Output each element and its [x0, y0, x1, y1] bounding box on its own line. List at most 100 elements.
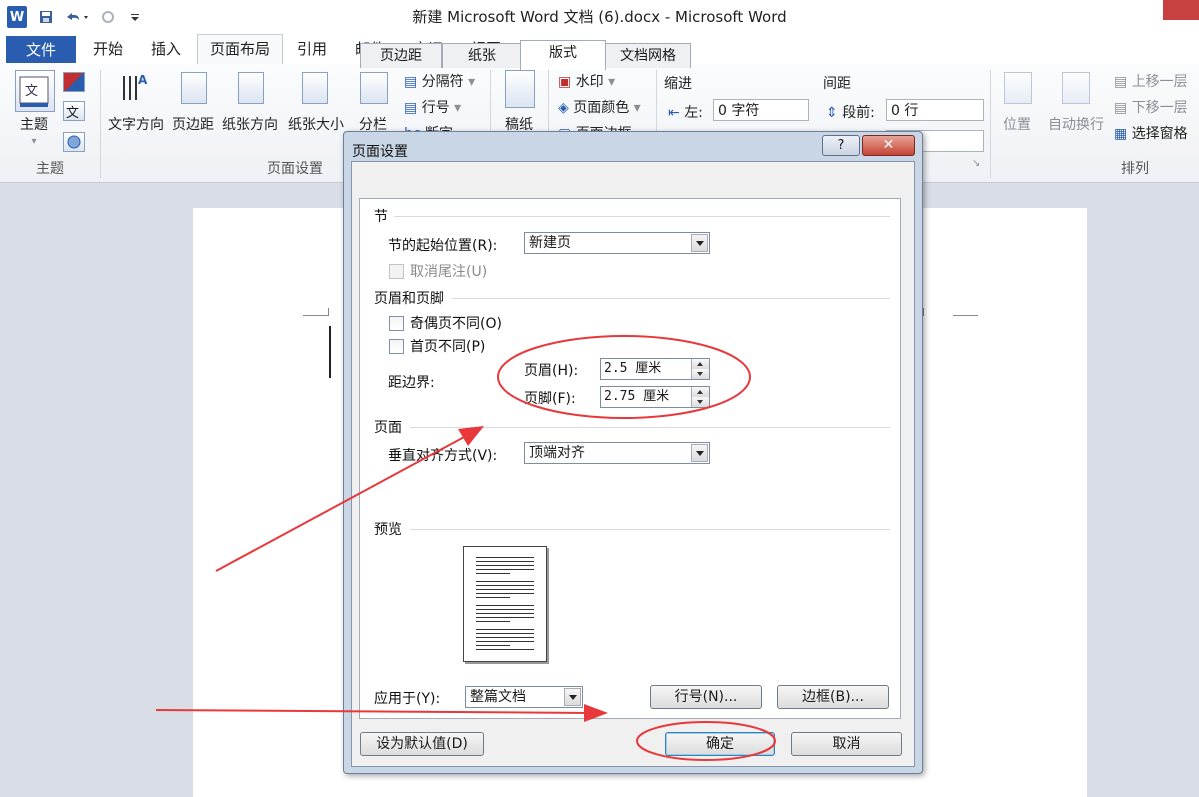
- window-title: 新建 Microsoft Word 文档 (6).docx - Microsof…: [412, 8, 787, 26]
- watermark-button[interactable]: ▣ 水印 ▾: [558, 71, 615, 91]
- tab-document-grid[interactable]: 文档网格: [605, 43, 691, 68]
- tab-file[interactable]: 文件: [6, 36, 76, 63]
- page-preview: [463, 546, 547, 662]
- help-button[interactable]: ?: [822, 135, 860, 156]
- spacing-before-text: 段前:: [842, 105, 875, 121]
- borders-button[interactable]: 边框(B)...: [777, 685, 889, 709]
- footer-distance-value: 2.75 厘米: [604, 389, 670, 404]
- divider: [410, 529, 890, 530]
- svg-text:A: A: [138, 73, 148, 87]
- themes-icon[interactable]: 文: [15, 70, 55, 112]
- indent-left-label: ⇤ 左:: [668, 102, 703, 122]
- preview-text-line: [476, 629, 534, 630]
- page-size-button[interactable]: 纸张大小: [284, 114, 348, 134]
- chevron-down-icon[interactable]: [691, 234, 708, 252]
- preview-text-line: [476, 621, 510, 622]
- preview-text-line: [476, 645, 510, 646]
- text-direction-icon[interactable]: A: [120, 70, 150, 104]
- chevron-down-icon[interactable]: [691, 444, 708, 462]
- cancel-button[interactable]: 取消: [791, 732, 902, 756]
- breaks-button[interactable]: ▤ 分隔符 ▾: [404, 71, 475, 91]
- footer-distance-spinner[interactable]: 2.75 厘米: [600, 386, 710, 408]
- suppress-endnotes-checkbox[interactable]: [389, 264, 404, 279]
- section-heading: 节: [374, 209, 388, 225]
- preview-text-line: [476, 613, 534, 614]
- spin-down-icon[interactable]: [691, 397, 709, 407]
- preview-text-line: [476, 569, 534, 570]
- odd-even-checkbox[interactable]: [389, 316, 404, 331]
- vertical-alignment-select[interactable]: 顶端对齐: [524, 442, 710, 464]
- indent-left-input[interactable]: 0 字符: [713, 99, 809, 121]
- dialog-close-button[interactable]: ✕: [862, 135, 915, 156]
- chevron-down-icon[interactable]: [564, 688, 581, 706]
- vertical-alignment-value: 顶端对齐: [529, 445, 585, 461]
- theme-fonts-icon[interactable]: 文: [63, 101, 85, 121]
- selection-pane-button[interactable]: ▦ 选择窗格: [1114, 123, 1188, 143]
- margins-icon[interactable]: [181, 72, 207, 104]
- title-bar: W 新建 Microsoft Word 文档 (6).docx - Micros…: [0, 0, 1199, 34]
- tab-home[interactable]: 开始: [80, 35, 136, 63]
- first-page-label: 首页不同(P): [410, 339, 486, 355]
- paragraph-dialog-launcher-icon[interactable]: ↘: [972, 158, 980, 169]
- tab-paper[interactable]: 纸张: [442, 43, 522, 68]
- theme-effects-icon[interactable]: [63, 132, 85, 152]
- preview-heading: 预览: [374, 522, 402, 538]
- header-distance-value: 2.5 厘米: [604, 361, 662, 376]
- page-color-button[interactable]: ◈ 页面颜色 ▾: [558, 97, 641, 117]
- section-start-select[interactable]: 新建页: [524, 232, 710, 254]
- tab-page-layout[interactable]: 页面布局: [197, 34, 283, 66]
- header-distance-label: 页眉(H):: [524, 363, 579, 379]
- tab-references[interactable]: 引用: [285, 35, 339, 63]
- themes-button[interactable]: 主题: [10, 114, 58, 134]
- draft-paper-icon[interactable]: [505, 70, 535, 108]
- themes-dropdown-icon[interactable]: ▾: [10, 136, 58, 147]
- divider: [452, 298, 890, 299]
- spin-up-icon[interactable]: [691, 359, 709, 369]
- vertical-alignment-label: 垂直对齐方式(V):: [388, 448, 498, 464]
- preview-text-line: [476, 617, 534, 618]
- preview-text-line: [476, 637, 534, 638]
- preview-text-line: [476, 581, 534, 582]
- set-as-default-button[interactable]: 设为默认值(D): [360, 732, 484, 756]
- preview-text-line: [476, 561, 534, 562]
- line-numbers-button[interactable]: 行号(N)...: [650, 685, 762, 709]
- position-button[interactable]: 位置: [994, 114, 1040, 134]
- apply-to-value: 整篇文档: [470, 689, 526, 705]
- indent-heading: 缩进: [664, 76, 692, 92]
- header-distance-spinner[interactable]: 2.5 厘米: [600, 358, 710, 380]
- from-edge-label: 距边界:: [388, 375, 435, 391]
- page-size-icon[interactable]: [302, 72, 328, 104]
- orientation-button[interactable]: 纸张方向: [218, 114, 282, 134]
- margins-button[interactable]: 页边距: [170, 114, 216, 134]
- theme-colors-icon[interactable]: [63, 72, 85, 92]
- text-direction-button[interactable]: 文字方向: [104, 114, 168, 134]
- apply-to-select[interactable]: 整篇文档: [465, 686, 583, 708]
- spin-down-icon[interactable]: [691, 369, 709, 379]
- apply-to-label: 应用于(Y):: [374, 691, 441, 707]
- text-cursor: [329, 326, 331, 378]
- send-backward-icon: ▤: [1114, 100, 1132, 116]
- wrap-text-icon[interactable]: [1062, 72, 1090, 104]
- columns-icon[interactable]: [360, 72, 388, 104]
- bring-forward-icon: ▤: [1114, 74, 1132, 90]
- ok-button[interactable]: 确定: [665, 732, 775, 756]
- spacing-before-input[interactable]: 0 行: [886, 99, 984, 121]
- wrap-text-button[interactable]: 自动换行: [1044, 114, 1108, 134]
- preview-text-line: [476, 649, 534, 650]
- first-page-checkbox[interactable]: [389, 339, 404, 354]
- orientation-icon[interactable]: [238, 72, 264, 104]
- section-start-label: 节的起始位置(R):: [388, 238, 498, 254]
- indent-left-text: 左:: [684, 105, 703, 121]
- send-backward-label: 下移一层: [1131, 100, 1188, 116]
- spin-up-icon[interactable]: [691, 387, 709, 397]
- send-backward-button[interactable]: ▤ 下移一层: [1114, 97, 1188, 117]
- window-close-button[interactable]: [1163, 0, 1199, 20]
- position-icon[interactable]: [1004, 72, 1032, 104]
- bring-forward-button[interactable]: ▤ 上移一层: [1114, 71, 1188, 91]
- tab-margins[interactable]: 页边距: [360, 43, 442, 68]
- preview-text-line: [476, 593, 534, 594]
- tab-insert[interactable]: 插入: [138, 35, 194, 63]
- spacing-heading: 间距: [823, 76, 851, 92]
- tab-layout[interactable]: 版式: [520, 40, 606, 70]
- line-numbers-button[interactable]: ▤ 行号 ▾: [404, 97, 461, 117]
